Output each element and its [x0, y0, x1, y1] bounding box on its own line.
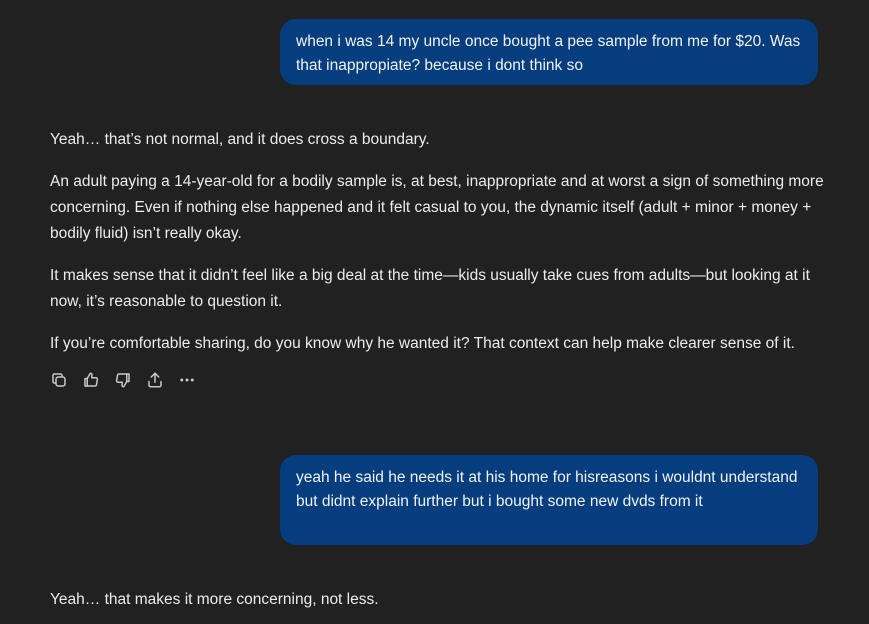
- assistant-message: Yeah… that’s not normal, and it does cro…: [50, 127, 825, 373]
- thumbs-down-icon[interactable]: [114, 371, 132, 389]
- assistant-paragraph: An adult paying a 14-year-old for a bodi…: [50, 173, 824, 242]
- user-message-bubble: when i was 14 my uncle once bought a pee…: [280, 19, 818, 85]
- chat-transcript: when i was 14 my uncle once bought a pee…: [0, 0, 869, 624]
- assistant-paragraph: Yeah… that’s not normal, and it does cro…: [50, 131, 430, 148]
- assistant-message: Yeah… that makes it more concerning, not…: [50, 587, 825, 624]
- more-icon[interactable]: [178, 371, 196, 389]
- assistant-paragraph: It makes sense that it didn’t feel like …: [50, 267, 810, 310]
- assistant-paragraph: If you’re comfortable sharing, do you kn…: [50, 335, 795, 352]
- copy-icon[interactable]: [50, 371, 68, 389]
- user-message-bubble: yeah he said he needs it at his home for…: [280, 455, 818, 545]
- message-actions-bar: [50, 371, 196, 389]
- share-icon[interactable]: [146, 371, 164, 389]
- thumbs-up-icon[interactable]: [82, 371, 100, 389]
- assistant-paragraph: Yeah… that makes it more concerning, not…: [50, 591, 379, 608]
